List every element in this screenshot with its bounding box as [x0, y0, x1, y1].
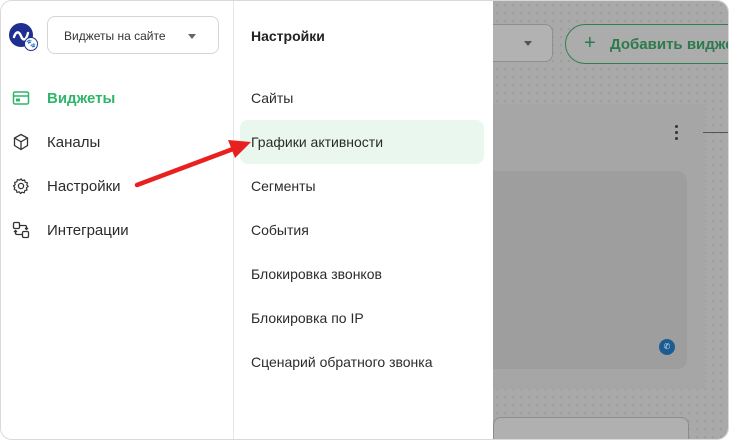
submenu-item-label: Графики активности — [251, 134, 384, 150]
background-select — [493, 24, 553, 62]
submenu-item-label: Сайты — [251, 90, 294, 106]
plus-icon: + — [584, 32, 596, 54]
sidebar-item-settings[interactable]: Настройки — [1, 170, 233, 202]
submenu-title: Настройки — [251, 28, 325, 44]
submenu-item-events[interactable]: События — [240, 208, 484, 252]
background-panel — [493, 417, 689, 439]
more-vertical-icon — [675, 125, 679, 143]
app-logo[interactable]: 🐾 — [9, 23, 38, 51]
phone-icon: ✆ — [659, 339, 675, 355]
sidebar-item-channels[interactable]: Каналы — [1, 126, 233, 158]
submenu-item-call-blocking[interactable]: Блокировка звонков — [240, 252, 484, 296]
sidebar-item-label: Настройки — [47, 178, 121, 195]
submenu-item-label: Блокировка по IP — [251, 310, 364, 326]
settings-submenu: Настройки Сайты Графики активности Сегме… — [234, 1, 492, 439]
sidebar: 🐾 Виджеты на сайте Виджеты Каналы Настро… — [1, 1, 234, 439]
add-widget-button: + Добавить виджет — [565, 24, 729, 64]
sidebar-item-label: Каналы — [47, 134, 101, 151]
divider — [703, 132, 728, 133]
site-select[interactable]: Виджеты на сайте — [47, 16, 219, 54]
submenu-item-label: События — [251, 222, 309, 238]
sidebar-item-integrations[interactable]: Интеграции — [1, 214, 233, 246]
dimmed-background[interactable]: + Добавить виджет ✆ — [493, 1, 729, 439]
gear-icon — [12, 178, 29, 195]
add-widget-label: Добавить виджет — [610, 36, 729, 53]
app-window: 🐾 Виджеты на сайте Виджеты Каналы Настро… — [0, 0, 729, 440]
widget-icon — [12, 91, 30, 105]
sidebar-item-label: Виджеты — [47, 90, 116, 107]
sidebar-item-widgets[interactable]: Виджеты — [1, 82, 233, 114]
submenu-item-label: Сценарий обратного звонка — [251, 354, 433, 370]
submenu-item-sites[interactable]: Сайты — [240, 76, 484, 120]
channels-icon — [13, 133, 29, 151]
submenu-item-activity-charts[interactable]: Графики активности — [240, 120, 484, 164]
paw-icon: 🐾 — [24, 37, 38, 51]
submenu-item-segments[interactable]: Сегменты — [240, 164, 484, 208]
submenu-item-label: Сегменты — [251, 178, 316, 194]
submenu-item-callback-scenario[interactable]: Сценарий обратного звонка — [240, 340, 484, 384]
integrations-icon — [12, 221, 30, 239]
sidebar-item-label: Интеграции — [47, 222, 129, 239]
submenu-item-ip-blocking[interactable]: Блокировка по IP — [240, 296, 484, 340]
submenu-item-label: Блокировка звонков — [251, 266, 382, 282]
site-select-value: Виджеты на сайте — [64, 29, 166, 43]
chevron-down-icon — [188, 34, 196, 39]
widget-preview — [493, 171, 687, 369]
chevron-down-icon — [524, 41, 532, 46]
